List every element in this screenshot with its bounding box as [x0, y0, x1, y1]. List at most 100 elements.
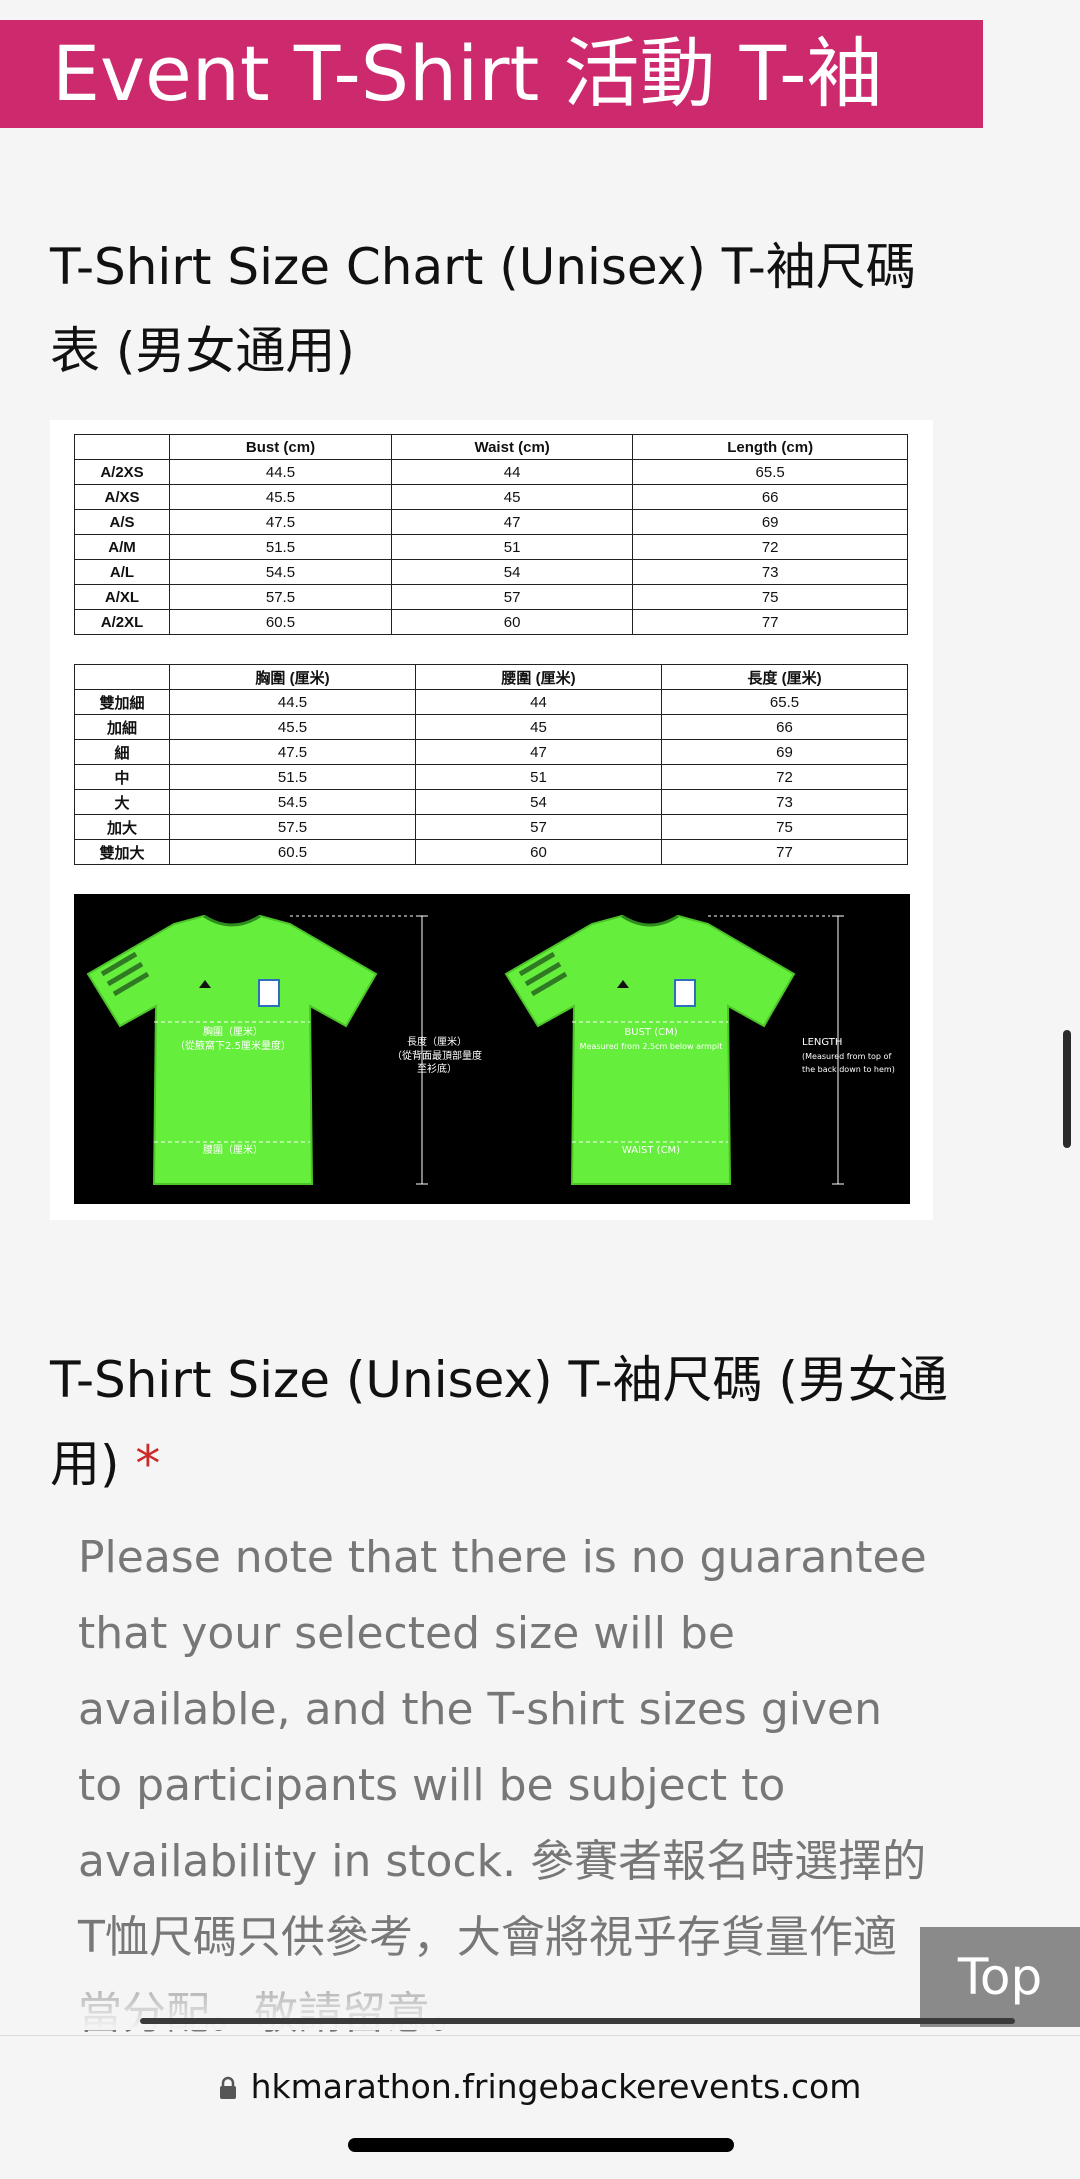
- table-row: A/2XS 44.5 44 65.5: [74, 459, 908, 485]
- size-label: A/S: [74, 509, 170, 535]
- length-note-zh: （從背面最頂部量度至衫底）: [392, 1051, 482, 1075]
- bust-cell: 60.5: [169, 839, 416, 865]
- bust-note-en: Measured from 2.5cm below armpit: [579, 1042, 723, 1051]
- table-row: 細 47.5 47 69: [74, 739, 908, 765]
- table-header-cell: 腰圍 (厘米): [415, 664, 662, 690]
- table-row: A/XS 45.5 45 66: [74, 484, 908, 510]
- waist-cell: 45: [415, 714, 662, 740]
- length-cell: 73: [661, 789, 908, 815]
- size-label: 加大: [74, 814, 170, 840]
- waist-cell: 57: [415, 814, 662, 840]
- bust-cell: 45.5: [169, 484, 392, 510]
- bust-cell: 51.5: [169, 534, 392, 560]
- length-cell: 66: [632, 484, 908, 510]
- bust-label-en: BUST (CM): [624, 1027, 678, 1038]
- length-cell: 77: [661, 839, 908, 865]
- vertical-scrollbar[interactable]: [1063, 1030, 1071, 1148]
- size-label: A/M: [74, 534, 170, 560]
- table-header-cell: Bust (cm): [169, 434, 392, 460]
- size-label: A/2XS: [74, 459, 170, 485]
- waist-cell: 54: [415, 789, 662, 815]
- table-row: A/L 54.5 54 73: [74, 559, 908, 585]
- table-header-cell: Length (cm): [632, 434, 908, 460]
- bust-cell: 47.5: [169, 509, 392, 535]
- horizontal-scrollbar[interactable]: [140, 2018, 1015, 2024]
- waist-cell: 54: [390, 559, 634, 585]
- table-header-cell: [74, 664, 170, 690]
- waist-cell: 57: [390, 584, 634, 610]
- url-display[interactable]: hkmarathon.fringebackerevents.com: [0, 2064, 1080, 2112]
- size-table-zh: 胸圍 (厘米) 腰圍 (厘米) 長度 (厘米) 雙加細 44.5 44 65.5 加細…: [74, 664, 908, 865]
- size-label: 大: [74, 789, 170, 815]
- waist-cell: 47: [390, 509, 634, 535]
- size-table-en: Bust (cm) Waist (cm) Length (cm) A/2XS 44…: [74, 434, 908, 635]
- table-row: 加大 57.5 57 75: [74, 814, 908, 840]
- table-row: 雙加細 44.5 44 65.5: [74, 689, 908, 715]
- table-row: 加細 45.5 45 66: [74, 714, 908, 740]
- banner-title: Event T-Shirt 活動 T-袖: [52, 29, 883, 118]
- length-cell: 75: [632, 584, 908, 610]
- length-cell: 75: [661, 814, 908, 840]
- home-indicator[interactable]: [348, 2138, 734, 2152]
- table-row: 雙加大 60.5 60 77: [74, 839, 908, 865]
- bust-cell: 47.5: [169, 739, 416, 765]
- size-label: A/L: [74, 559, 170, 585]
- table-row: A/XL 57.5 57 75: [74, 584, 908, 610]
- table-header-row: 胸圍 (厘米) 腰圍 (厘米) 長度 (厘米): [74, 664, 908, 690]
- length-cell: 66: [661, 714, 908, 740]
- table-header-cell: [74, 434, 170, 460]
- bust-cell: 60.5: [169, 609, 392, 635]
- size-field-label: T-Shirt Size (Unisex) T-袖尺碼 (男女通用) *: [50, 1338, 950, 1506]
- waist-cell: 44: [415, 689, 662, 715]
- length-label-zh: 長度（厘米）: [407, 1037, 467, 1048]
- table-row: 大 54.5 54 73: [74, 789, 908, 815]
- length-cell: 72: [632, 534, 908, 560]
- browser-address-bar[interactable]: hkmarathon.fringebackerevents.com: [0, 2035, 1080, 2179]
- length-cell: 69: [632, 509, 908, 535]
- bust-cell: 57.5: [169, 814, 416, 840]
- bust-cell: 45.5: [169, 714, 416, 740]
- table-row: A/M 51.5 51 72: [74, 534, 908, 560]
- size-label: 加細: [74, 714, 170, 740]
- url-text: hkmarathon.fringebackerevents.com: [250, 2067, 862, 2106]
- size-chart-image: Bust (cm) Waist (cm) Length (cm) A/2XS 44…: [50, 420, 933, 1220]
- size-label: A/XS: [74, 484, 170, 510]
- waist-cell: 60: [415, 839, 662, 865]
- length-note-en: (Measured from top of the back down to h…: [802, 1052, 895, 1074]
- table-header-cell: Waist (cm): [390, 434, 634, 460]
- length-cell: 69: [661, 739, 908, 765]
- size-label: 中: [74, 764, 170, 790]
- length-cell: 65.5: [661, 689, 908, 715]
- bust-cell: 57.5: [169, 584, 392, 610]
- back-to-top-button[interactable]: Top: [920, 1927, 1080, 2027]
- size-label: A/2XL: [74, 609, 170, 635]
- table-row: A/2XL 60.5 60 77: [74, 609, 908, 635]
- size-label: A/XL: [74, 584, 170, 610]
- table-header-row: Bust (cm) Waist (cm) Length (cm): [74, 434, 908, 460]
- length-cell: 73: [632, 559, 908, 585]
- size-chart-heading: T-Shirt Size Chart (Unisex) T-袖尺碼表 (男女通用…: [50, 238, 916, 380]
- table-header-cell: 胸圍 (厘米): [169, 664, 416, 690]
- bust-cell: 44.5: [169, 459, 392, 485]
- waist-label-en: WAIST (CM): [621, 1145, 681, 1156]
- length-cell: 72: [661, 764, 908, 790]
- table-row: 中 51.5 51 72: [74, 764, 908, 790]
- waist-label-zh: 腰圍（厘米）: [203, 1145, 263, 1156]
- length-cell: 65.5: [632, 459, 908, 485]
- waist-cell: 51: [415, 764, 662, 790]
- waist-cell: 60: [390, 609, 634, 635]
- tshirt-measurement-photo: 胸圍（厘米） （從腋窩下2.5厘米量度） 腰圍（厘米） 長度（厘米） （從背面最…: [74, 894, 910, 1204]
- page-banner: Event T-Shirt 活動 T-袖: [0, 20, 983, 128]
- length-cell: 77: [632, 609, 908, 635]
- waist-cell: 51: [390, 534, 634, 560]
- bust-cell: 51.5: [169, 764, 416, 790]
- size-label: 雙加大: [74, 839, 170, 865]
- table-header-cell: 長度 (厘米): [661, 664, 908, 690]
- waist-cell: 47: [415, 739, 662, 765]
- required-asterisk: *: [135, 1435, 161, 1493]
- size-field-label-text: T-Shirt Size (Unisex) T-袖尺碼 (男女通用): [50, 1351, 948, 1493]
- bust-note-zh: （從腋窩下2.5厘米量度）: [175, 1041, 291, 1052]
- bust-cell: 54.5: [169, 559, 392, 585]
- size-label: 雙加細: [74, 689, 170, 715]
- length-label-en: LENGTH: [802, 1037, 843, 1048]
